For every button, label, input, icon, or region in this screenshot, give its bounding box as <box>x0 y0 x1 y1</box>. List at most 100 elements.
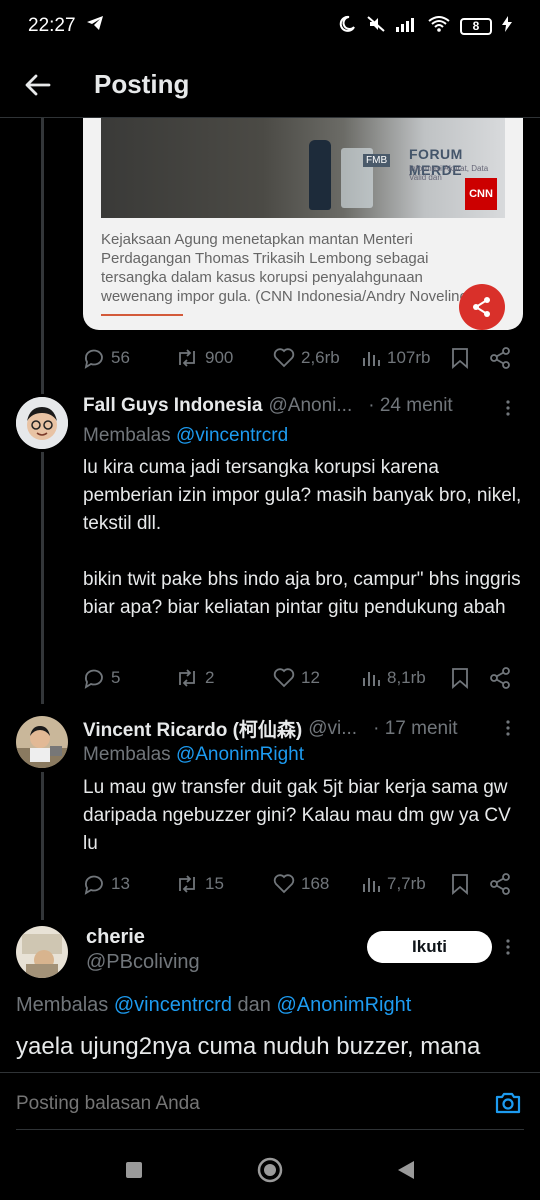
user-handle[interactable]: @PBcoliving <box>86 951 200 974</box>
tweet-actions: 5 2 12 8,1rb <box>83 663 523 693</box>
display-name[interactable]: Fall Guys Indonesia <box>83 395 263 417</box>
heart-icon <box>273 874 295 894</box>
avatar[interactable] <box>16 397 68 449</box>
signal-icon <box>396 16 418 37</box>
tweet-actions: 13 15 168 7,7rb <box>83 869 523 899</box>
like-button[interactable]: 12 <box>273 668 361 688</box>
tweet-time: · 24 menit <box>368 395 453 416</box>
like-count: 12 <box>301 668 320 687</box>
more-vertical-icon <box>506 400 510 416</box>
avatar[interactable] <box>16 716 68 768</box>
avatar[interactable] <box>16 926 68 978</box>
tweet-header: Fall Guys Indonesia @Anoni... · 24 menit <box>83 395 523 417</box>
news-photo: FMB FORUM MERDE Informasi Akurat, Data V… <box>101 118 505 218</box>
views-icon <box>363 672 380 686</box>
repost-count: 900 <box>205 348 234 367</box>
reply-count: 13 <box>111 874 130 893</box>
reply-button[interactable]: 5 <box>83 667 175 689</box>
views-button[interactable]: 107rb <box>361 348 451 368</box>
more-options-button[interactable] <box>498 716 518 740</box>
views-icon <box>363 352 380 366</box>
recents-button[interactable] <box>114 1150 154 1190</box>
system-nav-bar <box>0 1140 540 1200</box>
more-options-button[interactable] <box>498 935 518 959</box>
share-button[interactable] <box>489 667 511 689</box>
photo-caption: Kejaksaan Agung menetapkan mantan Menter… <box>101 231 473 305</box>
repost-button[interactable]: 15 <box>175 873 273 895</box>
like-count: 168 <box>301 874 330 893</box>
cnn-logo: CNN <box>465 178 497 210</box>
caption-underline <box>101 314 183 316</box>
top-app-bar: Posting <box>0 52 540 118</box>
display-name[interactable]: cherie <box>86 926 145 949</box>
share-icon <box>490 667 510 689</box>
more-vertical-icon <box>506 720 510 736</box>
views-icon <box>363 878 380 892</box>
repost-count: 15 <box>205 874 224 893</box>
share-button[interactable] <box>489 873 511 895</box>
repost-icon <box>179 669 195 687</box>
share-button[interactable] <box>489 347 511 369</box>
like-count: 2,6rb <box>301 348 340 367</box>
reply-icon <box>84 875 103 895</box>
thread-line <box>41 452 44 704</box>
mention-link[interactable]: @AnonimRight <box>176 744 304 765</box>
bookmark-button[interactable] <box>451 347 489 369</box>
triangle-back-icon <box>398 1161 414 1179</box>
bookmark-button[interactable] <box>451 667 489 689</box>
reply-button[interactable]: 13 <box>83 873 175 895</box>
tweet-text: yaela ujung2nya cuma nuduh buzzer, mana <box>16 1033 481 1060</box>
views-button[interactable]: 7,7rb <box>361 874 451 894</box>
fmb-label: FMB <box>363 154 391 167</box>
display-name[interactable]: Vincent Ricardo (柯仙森) <box>83 715 302 742</box>
views-count: 8,1rb <box>387 668 426 687</box>
share-fab-button[interactable] <box>459 284 505 330</box>
repost-button[interactable]: 2 <box>175 667 273 689</box>
back-button[interactable] <box>18 65 58 105</box>
bottle-shape <box>309 140 331 210</box>
thread-line <box>41 772 44 920</box>
like-button[interactable]: 168 <box>273 874 361 894</box>
repost-icon <box>179 875 195 893</box>
follow-button[interactable]: Ikuti <box>367 931 492 963</box>
repost-button[interactable]: 900 <box>175 347 273 369</box>
replying-to-label: Membalas <box>83 744 171 765</box>
page-title: Posting <box>94 69 190 99</box>
wifi-icon <box>428 15 450 37</box>
camera-icon <box>495 1092 521 1114</box>
more-options-button[interactable] <box>498 396 518 420</box>
reply-count: 5 <box>111 668 121 687</box>
reply-composer <box>0 1072 540 1140</box>
reply-button[interactable]: 56 <box>83 347 175 369</box>
share-icon <box>473 297 490 317</box>
charging-icon <box>502 15 512 37</box>
heart-icon <box>273 348 295 368</box>
views-button[interactable]: 8,1rb <box>361 668 451 688</box>
mention-link[interactable]: @vincentrcrd <box>176 425 288 446</box>
replying-to-label: Membalas <box>16 994 109 1016</box>
reply-icon <box>84 349 103 369</box>
bookmark-button[interactable] <box>451 873 489 895</box>
share-icon <box>490 873 510 895</box>
bookmark-icon <box>452 348 468 369</box>
like-button[interactable]: 2,6rb <box>273 348 361 368</box>
mention-link[interactable]: @AnonimRight <box>276 994 411 1016</box>
home-button[interactable] <box>250 1150 290 1190</box>
thread-line <box>41 118 44 394</box>
more-vertical-icon <box>506 939 510 955</box>
replying-to-label: Membalas <box>83 425 171 446</box>
repost-count: 2 <box>205 668 215 687</box>
reply-input[interactable] <box>16 1093 476 1115</box>
arrow-left-icon <box>25 74 51 95</box>
camera-button[interactable] <box>494 1091 522 1120</box>
bookmark-icon <box>452 668 468 689</box>
media-card[interactable]: FMB FORUM MERDE Informasi Akurat, Data V… <box>83 118 523 330</box>
user-handle[interactable]: @vi... <box>308 718 357 740</box>
system-back-button[interactable] <box>386 1150 426 1190</box>
user-handle[interactable]: @Anoni... <box>269 395 353 417</box>
bookmark-icon <box>452 874 468 895</box>
mention-link[interactable]: @vincentrcrd <box>114 994 232 1016</box>
home-circle-icon <box>257 1157 283 1183</box>
views-count: 7,7rb <box>387 874 426 893</box>
mute-icon <box>366 15 386 38</box>
